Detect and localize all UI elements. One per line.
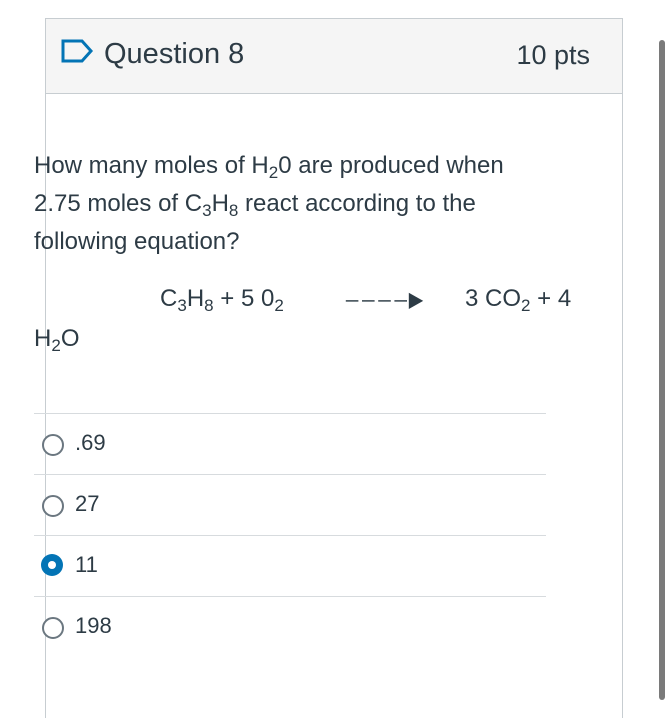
chemical-equation: C3H8 + 5 02 3 CO2 + 4 [160, 285, 571, 315]
equation-continuation: H2O [34, 325, 80, 355]
question-text: How many moles of H20 are produced when … [34, 147, 554, 261]
answer-option-selected[interactable]: 11 [34, 535, 546, 596]
answer-option[interactable]: .69 [34, 413, 546, 474]
answer-label: .69 [75, 430, 106, 455]
question-title: Question 8 [104, 38, 245, 70]
reaction-arrow-icon [345, 292, 424, 309]
answer-label: 198 [75, 613, 112, 638]
question-header: Question 8 10 pts [46, 19, 622, 94]
equation-reactants: C3H8 + 5 02 [160, 285, 284, 315]
answer-list: .69 27 11 198 [34, 413, 546, 657]
answer-label: 11 [75, 552, 98, 577]
scrollbar[interactable] [659, 40, 665, 700]
answer-option[interactable]: 198 [34, 596, 546, 657]
answer-option[interactable]: 27 [34, 474, 546, 535]
question-points: 10 pts [516, 40, 590, 70]
radio-button-selected[interactable] [41, 554, 63, 576]
flag-question-icon[interactable] [60, 38, 94, 64]
radio-button[interactable] [42, 495, 64, 517]
question-line-3: following equation? [34, 228, 240, 255]
answer-label: 27 [75, 491, 100, 516]
radio-button[interactable] [42, 434, 64, 456]
equation-products: 3 CO2 + 4 [465, 285, 572, 315]
question-line-2: 2.75 moles of C3H8 react according to th… [34, 190, 476, 220]
question-line-1: How many moles of H20 are produced when [34, 152, 504, 182]
radio-button[interactable] [42, 617, 64, 639]
